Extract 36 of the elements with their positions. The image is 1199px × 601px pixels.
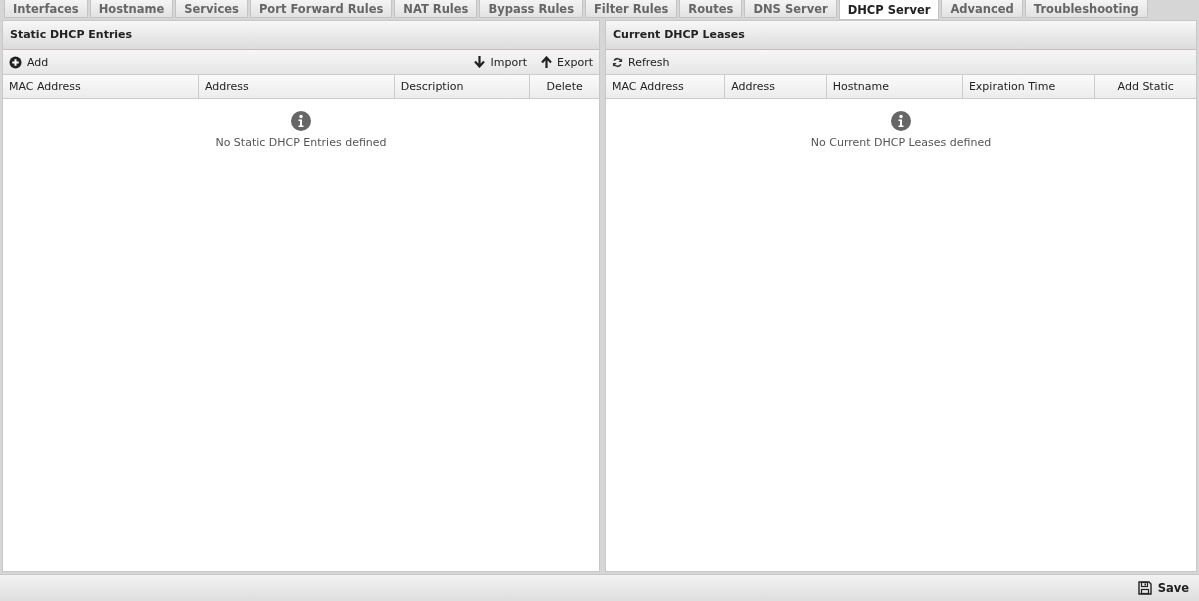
column-header[interactable]: Delete [530, 75, 599, 98]
tab[interactable]: Bypass Rules [479, 0, 583, 18]
column-header[interactable]: MAC Address [3, 75, 199, 98]
column-header[interactable]: Expiration Time [962, 75, 1096, 98]
panel-title: Static DHCP Entries [3, 21, 599, 50]
toolbar-button[interactable]: Add [9, 55, 49, 69]
tab[interactable]: Hostname [89, 0, 174, 18]
panel-title: Current DHCP Leases [606, 21, 1196, 50]
column-header[interactable]: Address [725, 75, 827, 98]
toolbar-button[interactable]: Import [474, 55, 527, 69]
tab[interactable]: Advanced [941, 0, 1023, 18]
column-header[interactable]: Address [198, 75, 395, 98]
empty-message: No Static DHCP Entries defined [215, 136, 387, 149]
empty-message: No Current DHCP Leases defined [810, 136, 992, 149]
refresh-icon [612, 56, 623, 68]
tab[interactable]: Services [175, 0, 248, 18]
save-button[interactable]: Save [1137, 581, 1189, 595]
tab[interactable]: Port Forward Rules [249, 0, 393, 18]
tab[interactable]: DHCP Server [838, 0, 940, 20]
tab[interactable]: Troubleshooting [1024, 0, 1148, 18]
column-header[interactable]: Hostname [826, 75, 963, 98]
plus-circle-icon [9, 55, 22, 69]
toolbar-button[interactable]: Export [541, 55, 593, 69]
tab[interactable]: Interfaces [4, 0, 88, 18]
tab[interactable]: Routes [679, 0, 743, 18]
tab[interactable]: Filter Rules [585, 0, 678, 18]
tab[interactable]: DNS Server [744, 0, 837, 18]
column-header[interactable]: Description [394, 75, 531, 98]
tab[interactable]: NAT Rules [394, 0, 478, 18]
down-arrow-icon [474, 56, 486, 68]
column-header[interactable]: MAC Address [606, 75, 726, 98]
info-icon [891, 111, 911, 131]
info-icon [291, 111, 311, 131]
column-header[interactable]: Add Static [1095, 75, 1196, 98]
up-arrow-icon [541, 56, 552, 68]
toolbar-button[interactable]: Refresh [612, 55, 670, 69]
